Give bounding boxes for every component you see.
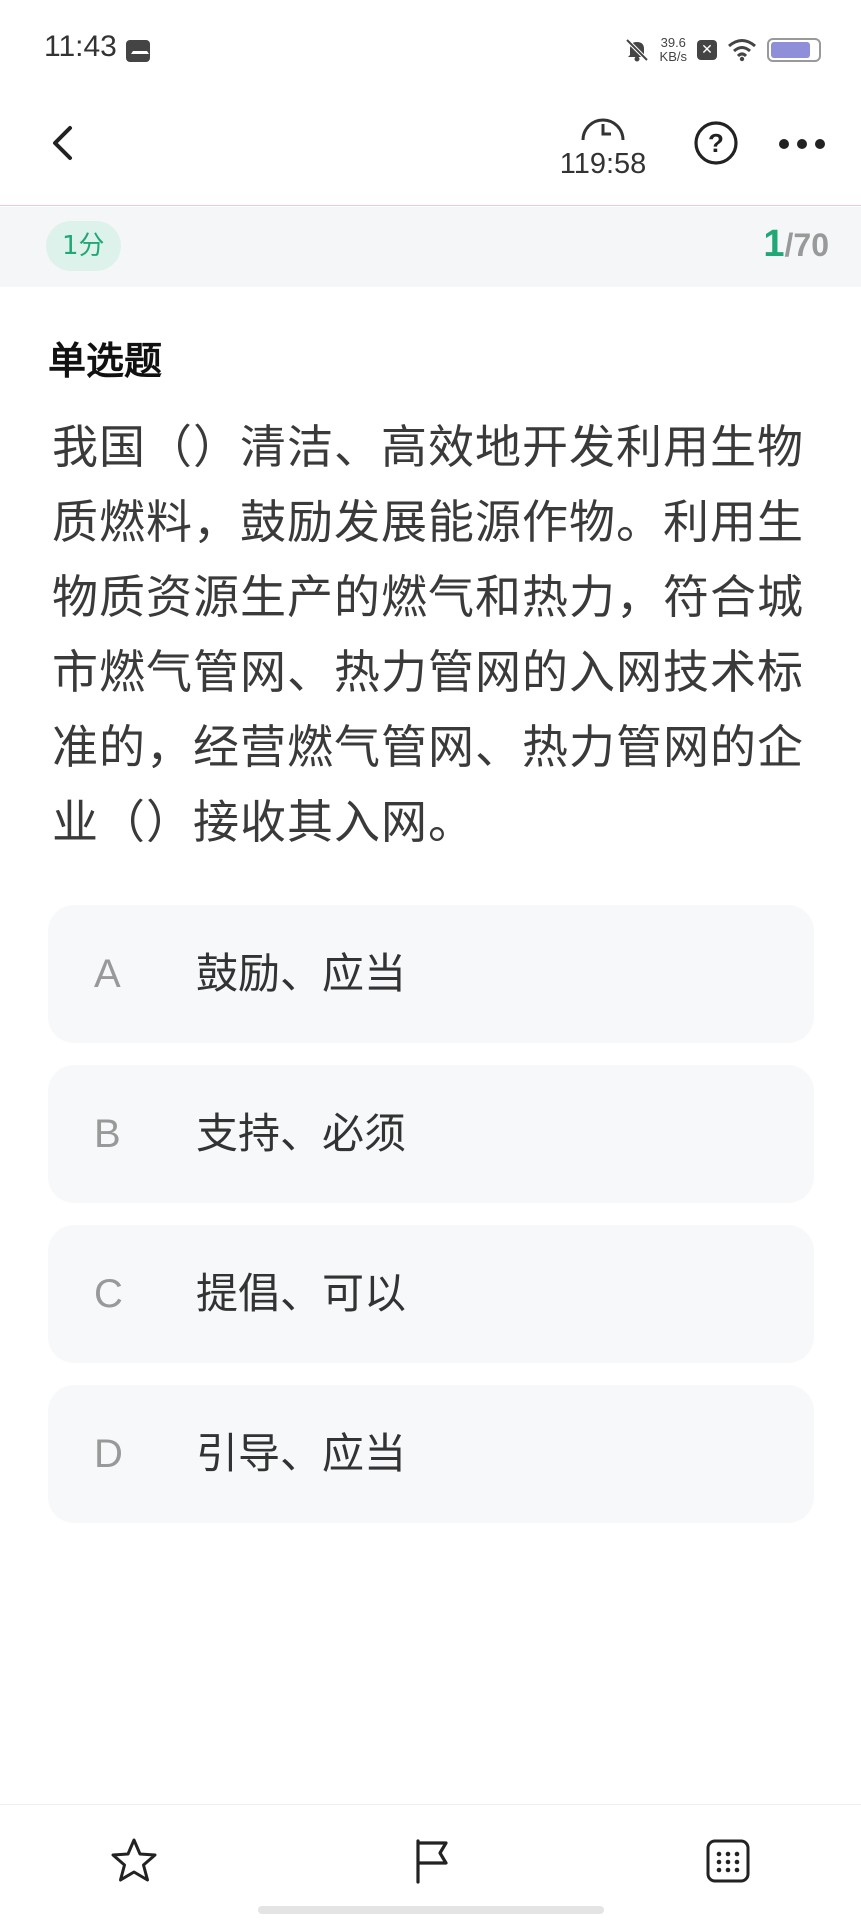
option-letter: D — [94, 1432, 123, 1476]
status-time: 11:43 — [44, 30, 117, 63]
star-icon[interactable] — [108, 1835, 160, 1887]
question-progress[interactable]: 1/70 — [763, 223, 829, 266]
option-text: 支持、必须 — [196, 1109, 407, 1158]
grid-icon[interactable] — [702, 1835, 754, 1887]
score-bar: 1分 1/70 — [0, 207, 861, 287]
option-text: 引导、应当 — [196, 1429, 407, 1478]
status-icons: 39.6 KB/s ✕ — [624, 32, 821, 68]
exam-timer: 119:58 — [548, 116, 658, 181]
option-letter: B — [94, 1112, 121, 1156]
svg-text:?: ? — [708, 128, 724, 158]
answer-options: A 鼓励、应当 B 支持、必须 C 提倡、可以 D 引导、应当 — [48, 905, 814, 1545]
question-type: 单选题 — [48, 339, 163, 383]
notification-icon — [126, 40, 150, 62]
option-text: 提倡、可以 — [196, 1269, 407, 1318]
battery-icon — [767, 38, 821, 62]
option-c[interactable]: C 提倡、可以 — [48, 1225, 814, 1363]
top-nav-bar: 119:58 ? — [0, 100, 861, 206]
clock-icon — [581, 118, 625, 141]
option-a[interactable]: A 鼓励、应当 — [48, 905, 814, 1043]
back-arrow-icon[interactable] — [40, 118, 90, 168]
more-icon[interactable] — [776, 124, 828, 164]
option-letter: A — [94, 952, 121, 996]
wifi-icon — [728, 39, 756, 62]
help-icon[interactable]: ? — [692, 119, 740, 167]
progress-current: 1 — [763, 223, 785, 265]
network-speed-unit: KB/s — [659, 49, 687, 64]
home-indicator[interactable] — [258, 1906, 604, 1914]
timer-value: 119:58 — [559, 148, 647, 180]
option-text: 鼓励、应当 — [196, 949, 407, 998]
question-text: 我国（）清洁、高效地开发利用生物质燃料，鼓励发展能源作物。利用生物质资源生产的燃… — [52, 420, 804, 849]
status-bar: 11:43 39.6 KB/s ✕ — [0, 0, 861, 100]
option-d[interactable]: D 引导、应当 — [48, 1385, 814, 1523]
no-sim-icon: ✕ — [697, 40, 717, 60]
network-speed: 39.6 KB/s — [660, 36, 687, 64]
network-speed-value: 39.6 — [660, 35, 686, 50]
option-letter: C — [94, 1272, 123, 1316]
battery-level — [771, 42, 811, 58]
mute-bell-icon — [625, 38, 648, 62]
bottom-toolbar — [0, 1804, 861, 1920]
flag-icon[interactable] — [406, 1835, 458, 1887]
option-b[interactable]: B 支持、必须 — [48, 1065, 814, 1203]
score-badge: 1分 — [46, 221, 121, 271]
progress-total: /70 — [784, 227, 829, 263]
